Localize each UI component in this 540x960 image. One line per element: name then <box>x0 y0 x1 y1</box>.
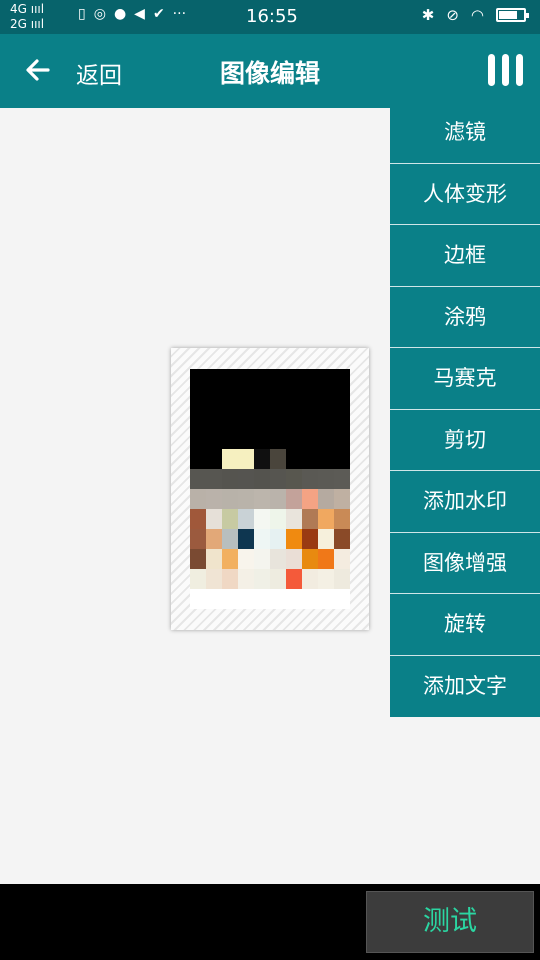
menu-item-mosaic[interactable]: 马赛克 <box>390 348 540 410</box>
sim-icon: ▯ <box>78 6 86 22</box>
network-4g-label: 4G <box>10 2 27 16</box>
menu-item-add-text[interactable]: 添加文字 <box>390 656 540 718</box>
bottom-bar: 测试 <box>0 884 540 960</box>
test-button[interactable]: 测试 <box>366 891 534 953</box>
menu-item-doodle[interactable]: 涂鸦 <box>390 287 540 348</box>
volume-icon: ◀ <box>134 6 145 22</box>
message-icon: ● <box>113 6 127 22</box>
menu-item-watermark[interactable]: 添加水印 <box>390 471 540 533</box>
app-bar: 返回 图像编辑 <box>0 34 540 108</box>
page-title: 图像编辑 <box>219 59 320 88</box>
network-indicator: 4G ıııl 2G ıııl <box>10 2 45 31</box>
clock: 16:55 <box>246 6 298 27</box>
battery-icon <box>496 8 529 22</box>
weibo-icon: ◎ <box>93 6 106 22</box>
bluetooth-icon: ✱ <box>421 6 435 24</box>
menu-item-filter[interactable]: 滤镜 <box>390 102 540 164</box>
menu-item-body-reshape[interactable]: 人体变形 <box>390 164 540 225</box>
menu-icon[interactable] <box>488 54 523 86</box>
menu-item-enhance[interactable]: 图像增强 <box>390 533 540 594</box>
menu-item-border[interactable]: 边框 <box>390 225 540 287</box>
more-dots-icon: ··· <box>172 6 187 22</box>
menu-item-rotate[interactable]: 旋转 <box>390 594 540 656</box>
system-icons: ✱ ⊘ ◠ <box>421 6 529 24</box>
pixelated-photo <box>190 369 350 609</box>
mute-icon: ⊘ <box>446 6 459 24</box>
status-bar: 4G ıııl 2G ıııl ▯ ◎ ● ◀ ✔ ··· 16:55 ✱ ⊘ … <box>0 0 540 34</box>
edit-menu: 滤镜 人体变形 边框 涂鸦 马赛克 剪切 添加水印 图像增强 旋转 添加文字 <box>390 102 540 717</box>
image-preview[interactable] <box>171 348 369 630</box>
notification-icons: ▯ ◎ ● ◀ ✔ ··· <box>78 6 186 22</box>
menu-item-crop[interactable]: 剪切 <box>390 410 540 471</box>
network-2g-label: 2G <box>10 17 27 31</box>
check-icon: ✔ <box>152 6 165 22</box>
wifi-icon: ◠ <box>470 6 484 24</box>
